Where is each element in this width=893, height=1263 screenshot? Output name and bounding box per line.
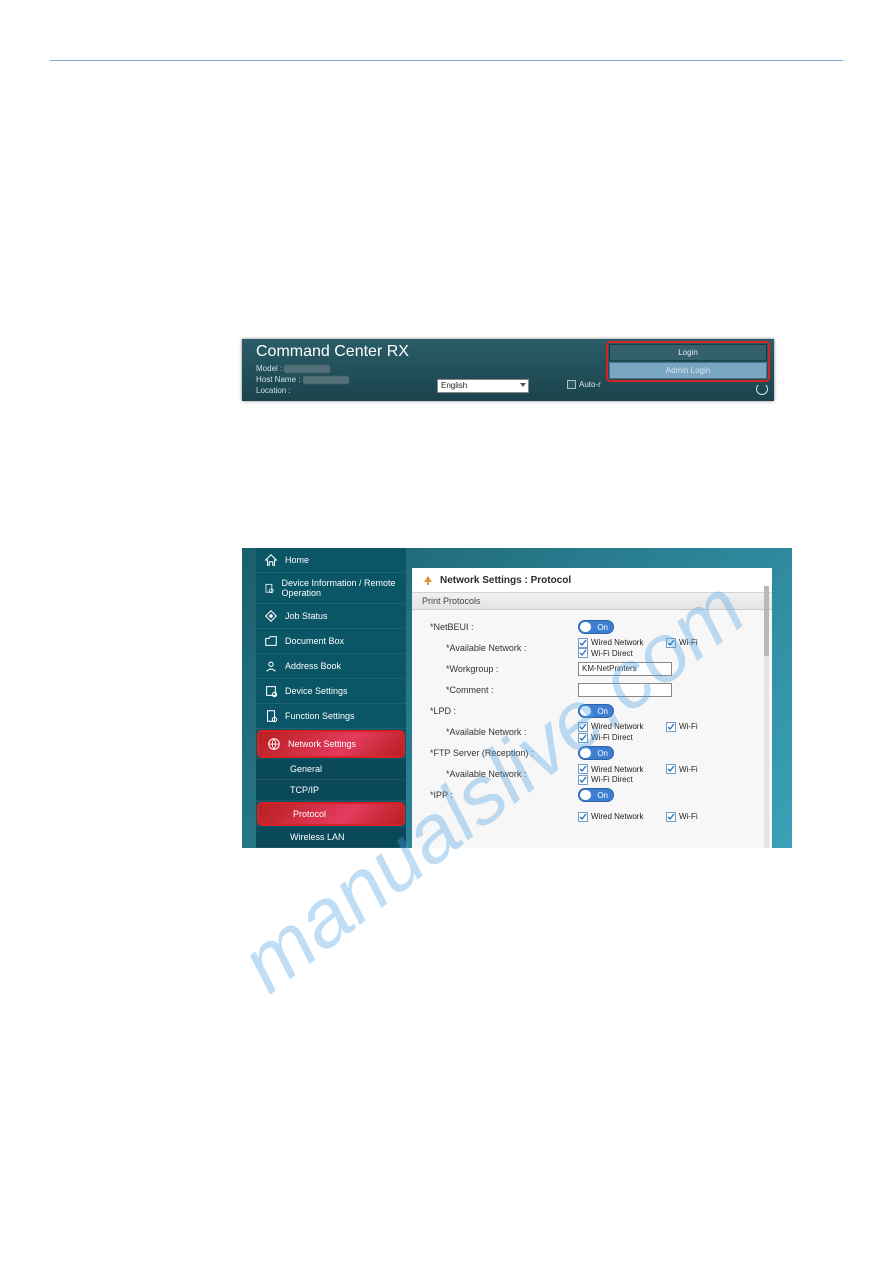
ipp-toggle[interactable]: On: [578, 788, 614, 802]
nav-address-book[interactable]: Address Book: [256, 654, 406, 679]
netbeui-avail-label: *Available Network :: [430, 643, 578, 653]
nav-device-info[interactable]: Device Information / Remote Operation: [256, 573, 406, 604]
language-select[interactable]: English: [437, 379, 529, 393]
refresh-icon[interactable]: [756, 383, 768, 395]
sidebar-nav: Home Device Information / Remote Operati…: [256, 548, 406, 848]
scrollbar-thumb[interactable]: [764, 586, 769, 656]
nav-function-settings[interactable]: Function Settings: [256, 704, 406, 729]
document-icon: [264, 581, 274, 595]
checkbox-wifidirect-3[interactable]: [578, 775, 588, 785]
nav-job-status-label: Job Status: [285, 611, 328, 621]
scrollbar[interactable]: [764, 586, 769, 848]
function-settings-icon: [264, 709, 278, 723]
checkbox-wifi-3[interactable]: [666, 764, 676, 774]
folder-icon: [264, 634, 278, 648]
checkbox-wifidirect[interactable]: [578, 648, 588, 658]
checkbox-wifi-2[interactable]: [666, 722, 676, 732]
job-status-icon: [264, 609, 278, 623]
checkbox-wifi[interactable]: [666, 638, 676, 648]
ftp-label: *FTP Server (Reception) :: [430, 748, 578, 758]
auto-refresh-label: Auto-r: [579, 380, 601, 389]
comment-label: *Comment :: [430, 685, 578, 695]
ipp-label: *IPP :: [430, 790, 578, 800]
comment-input[interactable]: [578, 683, 672, 697]
login-button[interactable]: Login: [609, 344, 767, 361]
nav-document-box-label: Document Box: [285, 636, 344, 646]
nav-document-box[interactable]: Document Box: [256, 629, 406, 654]
nav-device-settings[interactable]: Device Settings: [256, 679, 406, 704]
breadcrumb-text: Network Settings : Protocol: [440, 575, 571, 586]
lpd-avail-label: *Available Network :: [430, 727, 578, 737]
up-arrow-icon[interactable]: [422, 574, 434, 586]
model-label: Model :: [256, 364, 282, 373]
nav-wireless-lan-label: Wireless LAN: [290, 832, 345, 842]
ftp-toggle[interactable]: On: [578, 746, 614, 760]
nav-network-settings-label: Network Settings: [288, 739, 356, 749]
netbeui-label: *NetBEUI :: [430, 622, 578, 632]
admin-login-button[interactable]: Admin Login: [609, 362, 767, 379]
network-settings-panel: Home Device Information / Remote Operati…: [242, 548, 792, 848]
checkbox-wifi-4[interactable]: [666, 812, 676, 822]
hostname-label: Host Name :: [256, 375, 300, 384]
lpd-toggle[interactable]: On: [578, 704, 614, 718]
nav-device-settings-label: Device Settings: [285, 686, 348, 696]
section-print-protocols: Print Protocols: [412, 593, 772, 610]
nav-general-label: General: [290, 764, 322, 774]
login-highlight-box: Login Admin Login: [606, 341, 770, 382]
wired-label: Wired Network: [591, 638, 643, 647]
location-label: Location :: [256, 386, 291, 395]
nav-wireless-lan[interactable]: Wireless LAN: [256, 827, 406, 848]
checkbox-wired-2[interactable]: [578, 722, 588, 732]
nav-tcpip-label: TCP/IP: [290, 785, 319, 795]
auto-refresh-checkbox[interactable]: Auto-r: [567, 380, 601, 389]
nav-general[interactable]: General: [256, 759, 406, 780]
checkbox-icon: [567, 380, 576, 389]
wifi-label: Wi-Fi: [679, 638, 698, 647]
address-book-icon: [264, 659, 278, 673]
nav-tcpip[interactable]: TCP/IP: [256, 780, 406, 801]
netbeui-toggle[interactable]: On: [578, 620, 614, 634]
ccr-header: Command Center RX Model : Host Name : Lo…: [242, 339, 774, 401]
checkbox-wifidirect-2[interactable]: [578, 733, 588, 743]
main-content: Network Settings : Protocol Print Protoc…: [412, 568, 772, 848]
nav-function-settings-label: Function Settings: [285, 711, 355, 721]
workgroup-input[interactable]: KM-NetPrinters: [578, 662, 672, 676]
hostname-value-redacted: [303, 376, 349, 384]
lpd-label: *LPD :: [430, 706, 578, 716]
nav-home-label: Home: [285, 555, 309, 565]
ftp-avail-label: *Available Network :: [430, 769, 578, 779]
checkbox-wired-3[interactable]: [578, 764, 588, 774]
workgroup-label: *Workgroup :: [430, 664, 578, 674]
wifidirect-label: Wi-Fi Direct: [591, 649, 633, 658]
breadcrumb: Network Settings : Protocol: [412, 568, 772, 593]
nav-network-settings[interactable]: Network Settings: [257, 730, 405, 758]
model-value-redacted: [284, 365, 330, 373]
checkbox-wired-4[interactable]: [578, 812, 588, 822]
home-icon: [264, 553, 278, 567]
device-settings-icon: [264, 684, 278, 698]
top-rule: [50, 60, 843, 61]
nav-home[interactable]: Home: [256, 548, 406, 573]
checkbox-wired[interactable]: [578, 638, 588, 648]
nav-job-status[interactable]: Job Status: [256, 604, 406, 629]
globe-icon: [267, 737, 281, 751]
nav-protocol-label: Protocol: [293, 809, 326, 819]
nav-protocol[interactable]: Protocol: [257, 802, 405, 826]
nav-address-book-label: Address Book: [285, 661, 341, 671]
nav-device-info-label: Device Information / Remote Operation: [281, 578, 398, 598]
